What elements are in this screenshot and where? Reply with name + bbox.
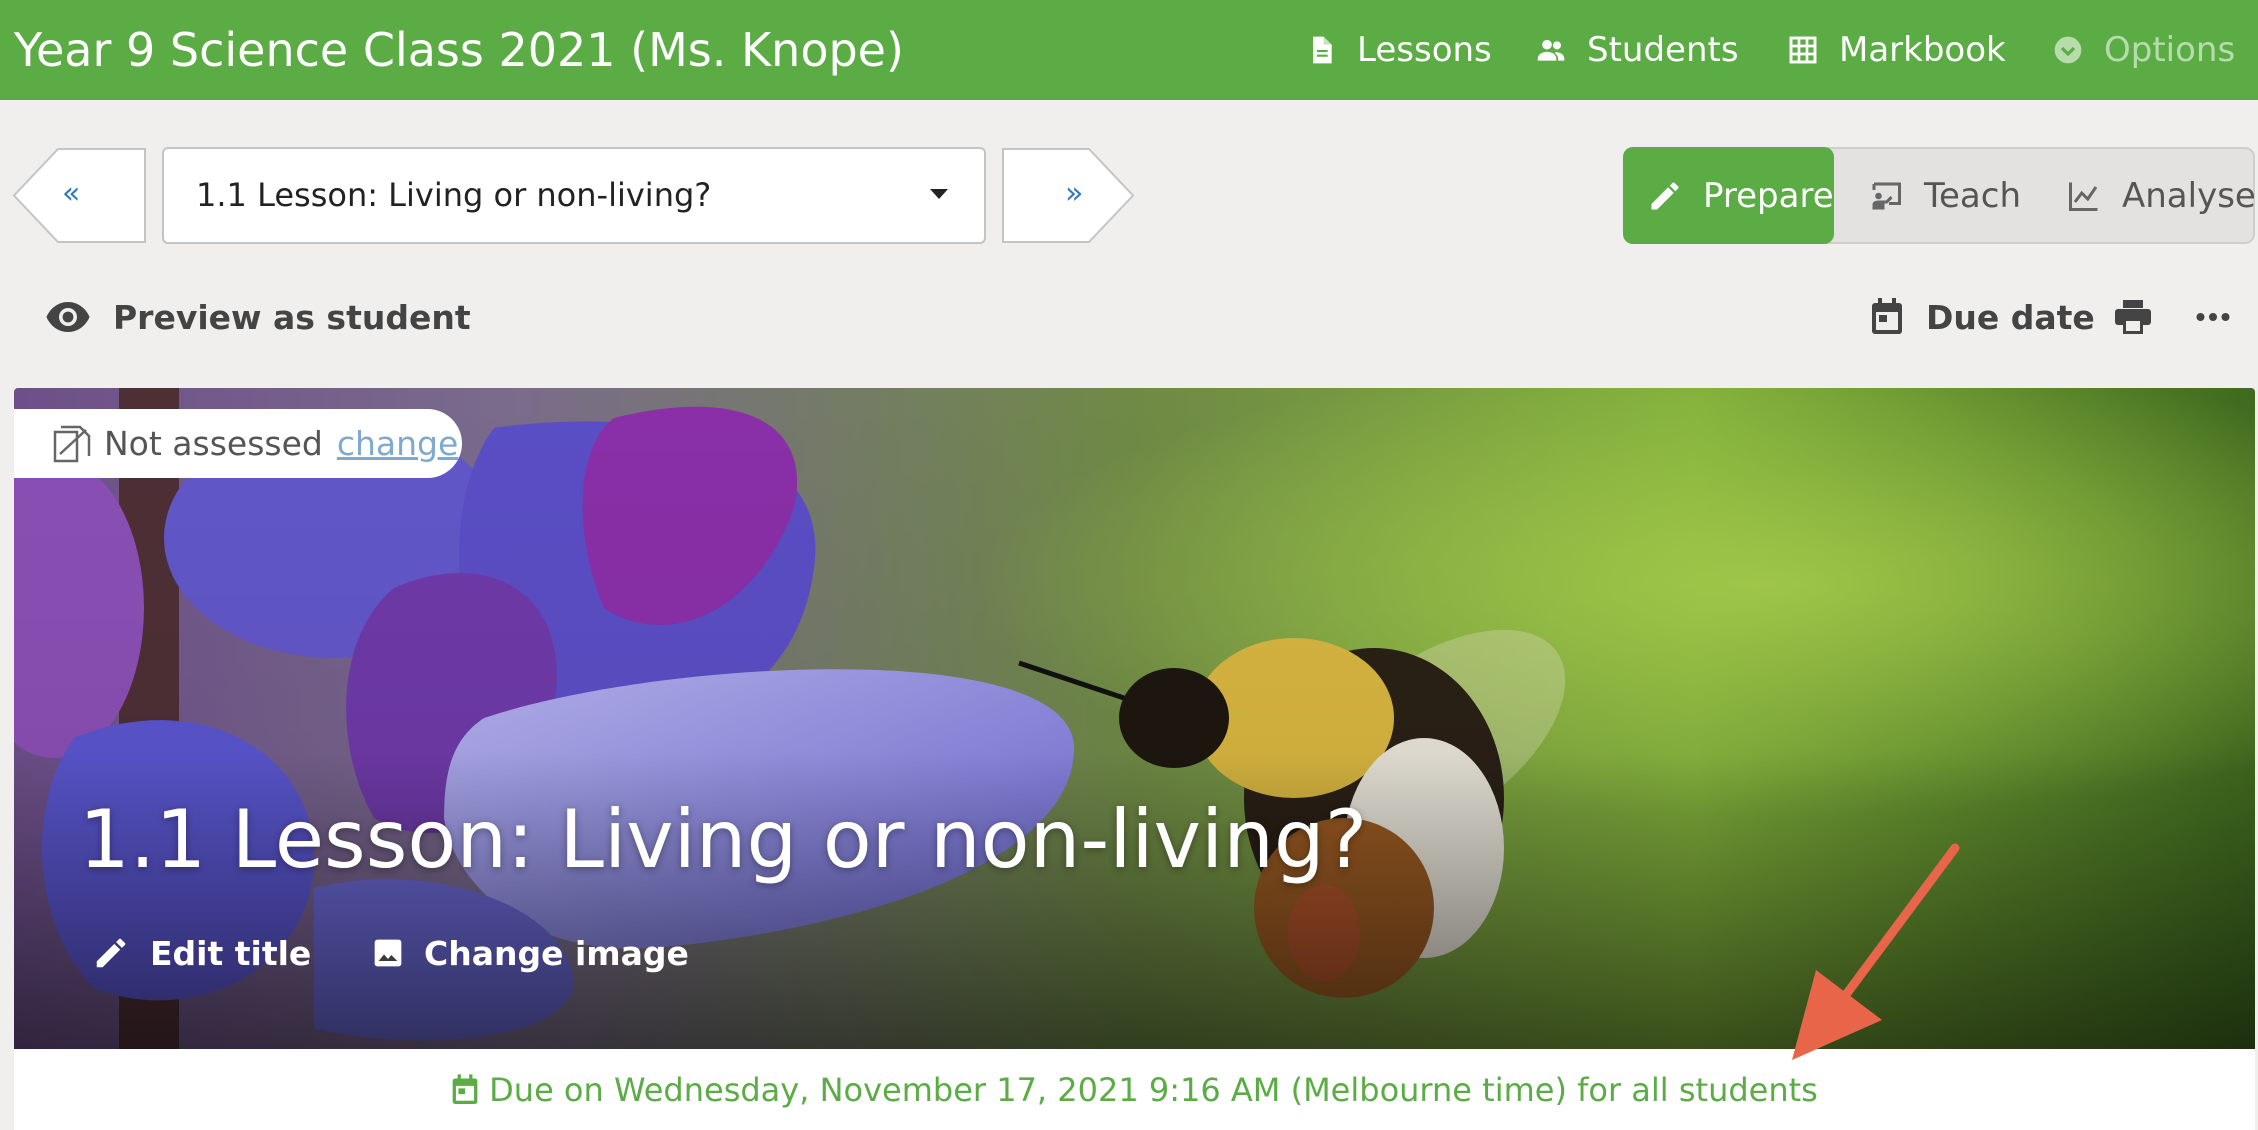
- mode-switcher: Prepare Teach Analyse: [1623, 147, 2256, 244]
- change-assessment-link[interactable]: change: [337, 424, 458, 463]
- eye-icon: [46, 302, 90, 332]
- edit-title-label: Edit title: [150, 933, 312, 973]
- preview-as-student-button[interactable]: Preview as student: [45, 290, 471, 344]
- caret-down-icon: [930, 189, 948, 199]
- nav-markbook[interactable]: Markbook: [1787, 0, 2006, 100]
- mode-analyse-label: Analyse: [2122, 175, 2256, 216]
- previous-lesson-button[interactable]: «: [12, 147, 147, 244]
- nav-lessons[interactable]: Lessons: [1305, 0, 1492, 100]
- annotation-arrow-icon: [1792, 843, 1960, 1060]
- more-icon: [2196, 313, 2230, 321]
- lesson-title: 1.1 Lesson: Living or non-living?: [79, 793, 1368, 886]
- edit-title-button[interactable]: Edit title: [92, 928, 311, 978]
- next-lesson-button[interactable]: »: [1001, 147, 1135, 244]
- mode-prepare-label: Prepare: [1703, 175, 1834, 216]
- pencil-icon: [1651, 182, 1679, 209]
- lesson-select-value: 1.1 Lesson: Living or non-living?: [196, 176, 712, 214]
- more-options-button[interactable]: [2196, 290, 2230, 344]
- image-icon: [374, 939, 402, 967]
- next-lesson-label: »: [1065, 176, 1084, 211]
- pencil-icon: [96, 938, 126, 968]
- line-chart-icon: [2069, 182, 2098, 211]
- chevron-down-circle-icon: [2054, 36, 2082, 64]
- top-bar: Year 9 Science Class 2021 (Ms. Knope) Le…: [0, 0, 2258, 100]
- nav-options-label: Options: [2104, 30, 2236, 70]
- previous-lesson-label: «: [62, 176, 81, 211]
- mode-analyse[interactable]: Analyse: [2066, 147, 2256, 244]
- calendar-icon: [1872, 298, 1902, 334]
- change-image-label: Change image: [424, 933, 689, 973]
- assessment-icon: [53, 425, 91, 462]
- class-title: Year 9 Science Class 2021 (Ms. Knope): [14, 23, 904, 77]
- calendar-icon: [452, 1073, 478, 1104]
- nav-students[interactable]: Students: [1535, 0, 1739, 100]
- people-icon: [1537, 39, 1565, 61]
- whiteboard-icon: [1872, 182, 1901, 209]
- nav-students-label: Students: [1587, 30, 1739, 70]
- change-image-button[interactable]: Change image: [372, 928, 689, 978]
- grid-icon: [1789, 36, 1817, 64]
- lesson-select[interactable]: 1.1 Lesson: Living or non-living?: [162, 147, 986, 244]
- preview-as-student-label: Preview as student: [113, 297, 471, 337]
- print-button[interactable]: [2114, 290, 2152, 344]
- assessment-status: Not assessed change: [14, 409, 462, 478]
- due-date-text: Due on Wednesday, November 17, 2021 9:16…: [489, 1070, 1818, 1109]
- assessment-status-label: Not assessed: [104, 424, 323, 463]
- document-icon: [1313, 36, 1332, 64]
- nav-lessons-label: Lessons: [1357, 30, 1492, 70]
- due-date-label: Due date: [1926, 297, 2095, 337]
- mode-teach[interactable]: Teach: [1868, 147, 2021, 244]
- print-icon: [2115, 300, 2151, 334]
- mode-prepare[interactable]: Prepare: [1623, 147, 1834, 244]
- nav-options[interactable]: Options: [2052, 0, 2235, 100]
- mode-teach-label: Teach: [1924, 175, 2021, 216]
- nav-markbook-label: Markbook: [1839, 30, 2006, 70]
- due-date-button[interactable]: Due date: [1870, 290, 2095, 344]
